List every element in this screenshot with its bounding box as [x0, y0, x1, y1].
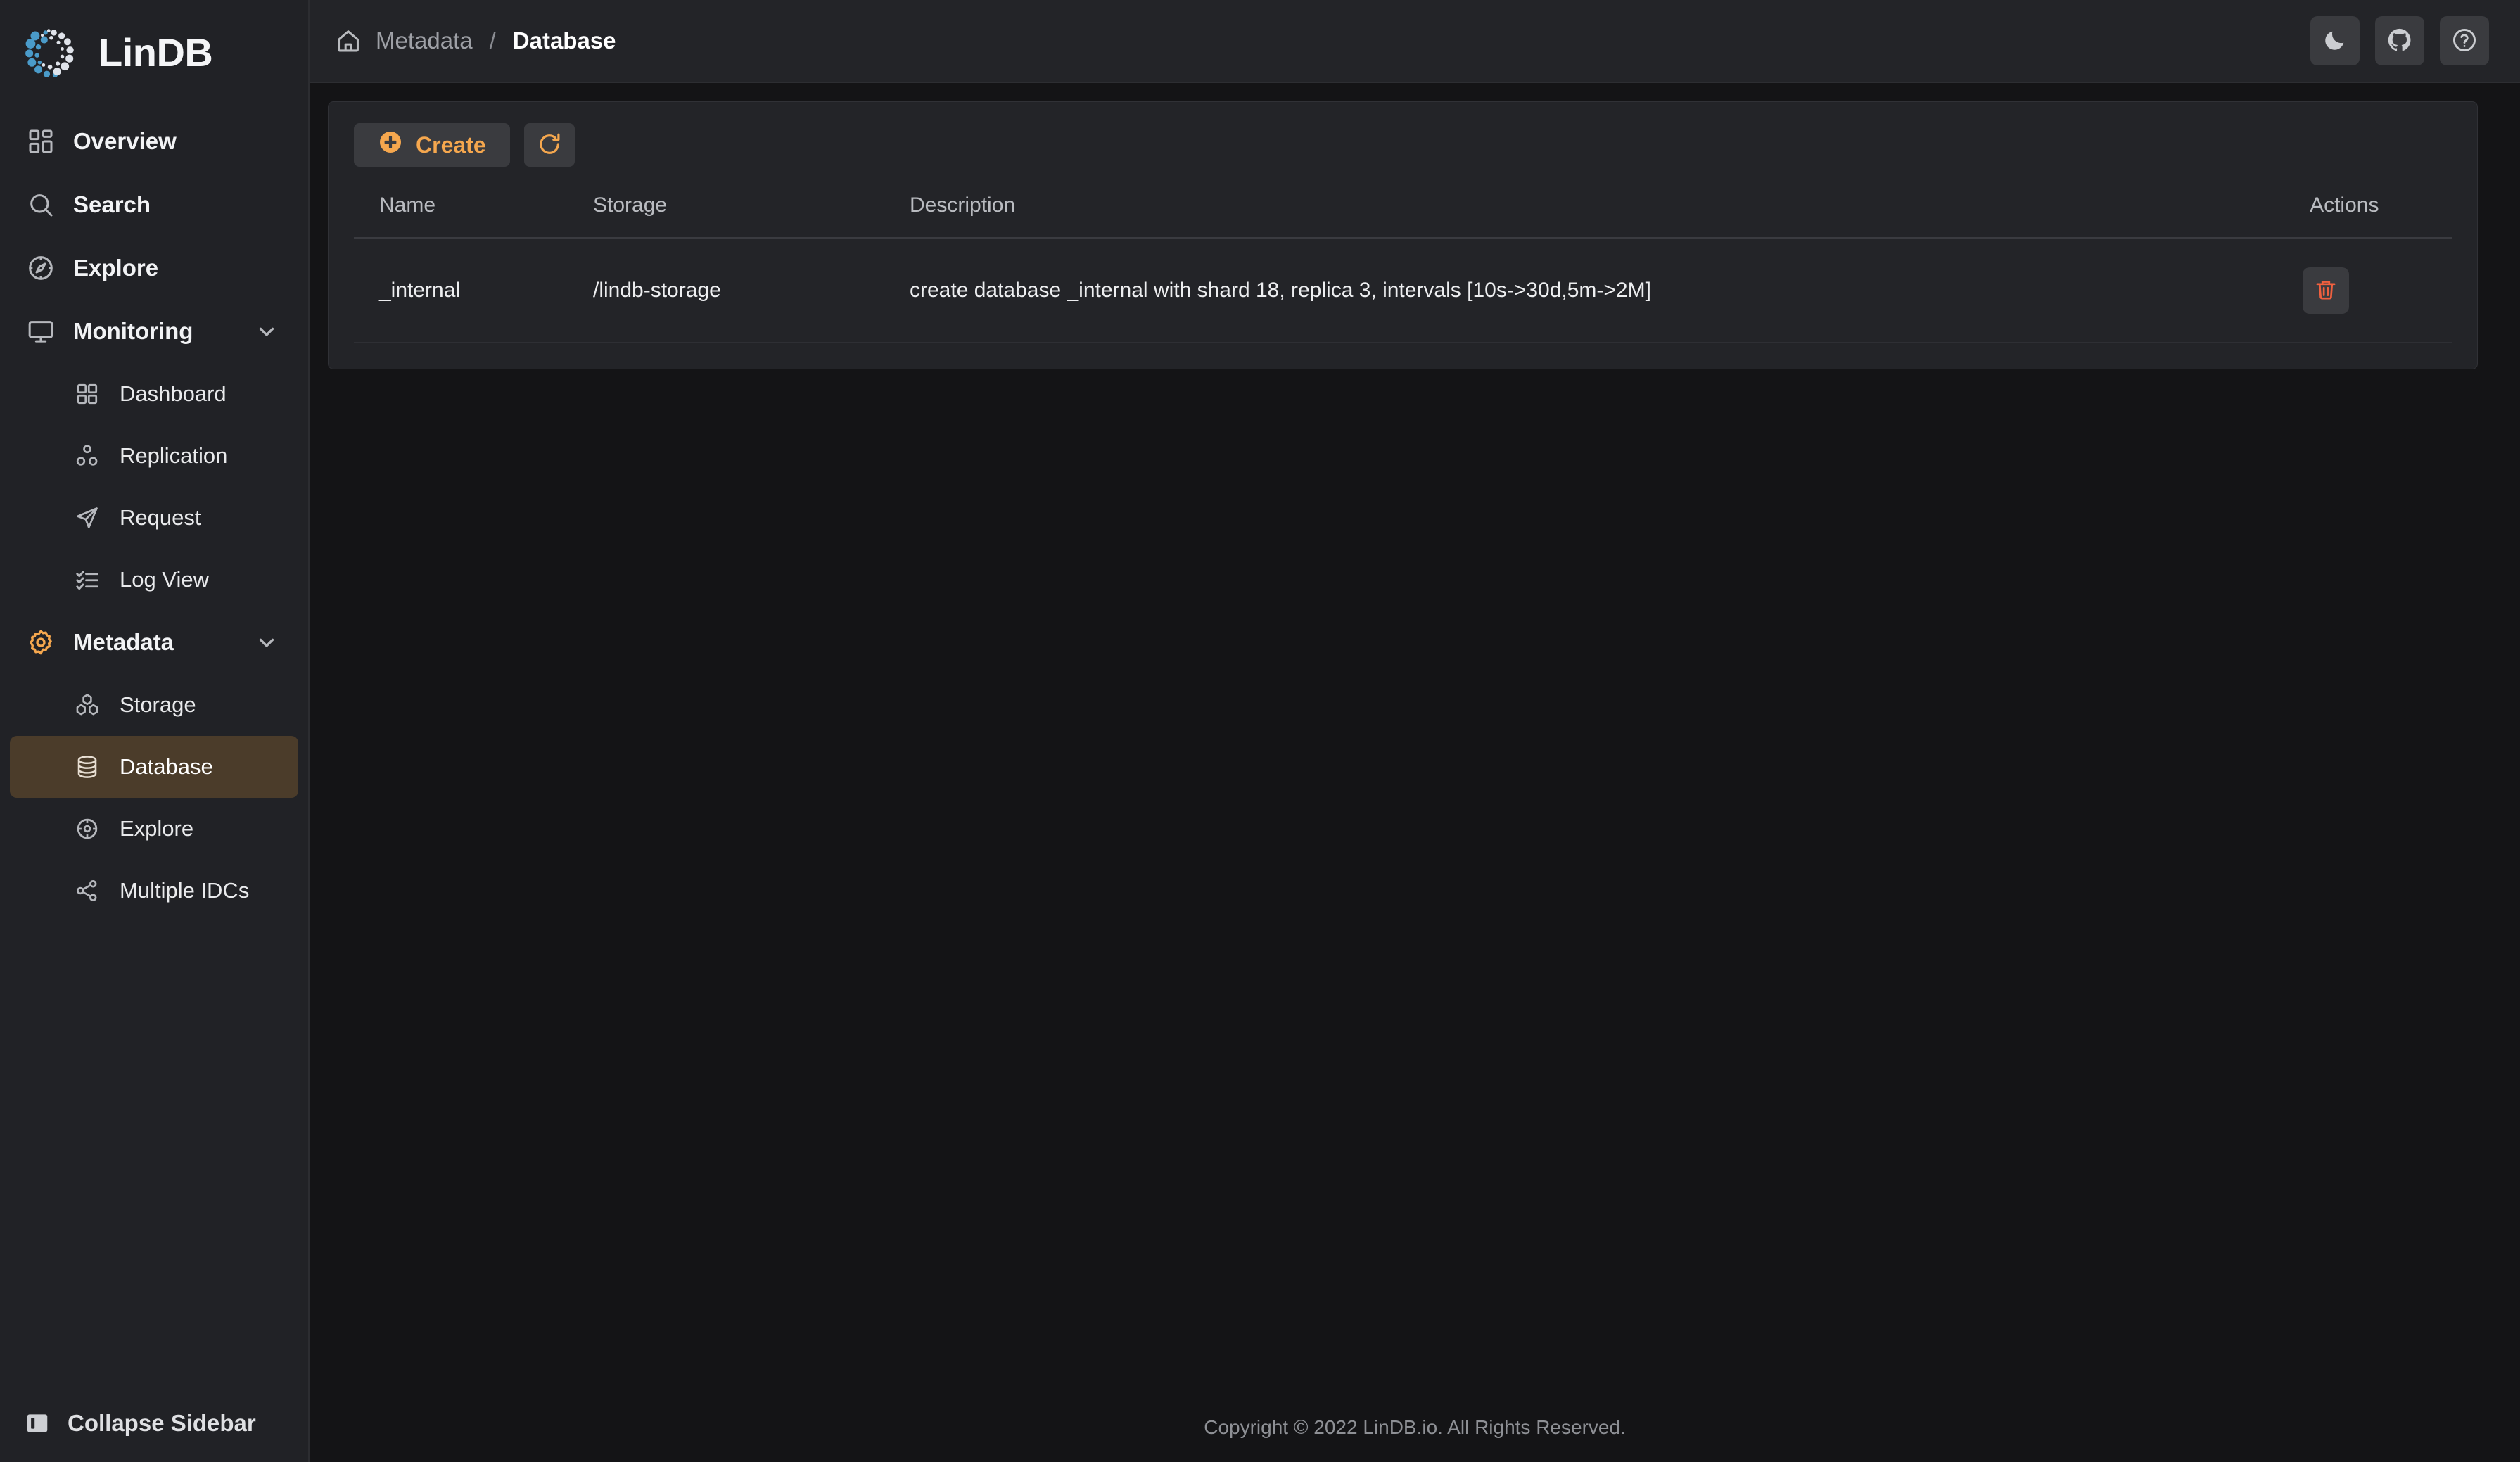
sidebar-nav: Overview Search Explore Monitoring Dashb… — [0, 104, 308, 1385]
table-toolbar: Create — [354, 123, 2452, 167]
sidebar-item-label: Monitoring — [73, 318, 193, 344]
grid-four-icon — [70, 381, 104, 407]
refresh-icon — [537, 132, 562, 159]
sidebar-item-label: Metadata — [73, 629, 174, 655]
breadcrumb-parent[interactable]: Metadata — [376, 27, 473, 54]
plus-circle-icon — [378, 129, 403, 160]
breadcrumb: Metadata / Database — [335, 27, 616, 54]
replication-nodes-icon — [70, 443, 104, 469]
send-paper-plane-icon — [70, 505, 104, 530]
cell-description: create database _internal with shard 18,… — [910, 238, 2291, 343]
database-table: Name Storage Description Actions _intern… — [354, 193, 2452, 343]
topbar-actions — [2310, 16, 2490, 65]
share-nodes-icon — [70, 878, 104, 903]
sidebar-item-label: Database — [120, 754, 213, 779]
github-link-button[interactable] — [2375, 16, 2425, 65]
brand[interactable]: LinDB — [0, 0, 308, 104]
sidebar-item-database[interactable]: Database — [10, 736, 298, 798]
sidebar-item-label: Request — [120, 505, 201, 530]
sidebar-item-explore[interactable]: Explore — [10, 236, 298, 300]
layout-grid-icon — [24, 127, 58, 155]
sidebar-item-label: Search — [73, 191, 151, 217]
cell-storage: /lindb-storage — [593, 238, 910, 343]
sidebar-item-label: Log View — [120, 567, 209, 592]
question-circle-icon — [2451, 27, 2478, 56]
chevron-down-icon[interactable] — [255, 630, 279, 654]
sidebar-item-overview[interactable]: Overview — [10, 110, 298, 173]
create-button[interactable]: Create — [354, 123, 510, 167]
table-head: Name Storage Description Actions — [354, 193, 2452, 239]
monitor-icon — [24, 317, 58, 345]
breadcrumb-current: Database — [512, 27, 616, 53]
lindb-dots-logo-icon — [18, 20, 83, 84]
sidebar-item-label: Explore — [120, 816, 194, 841]
breadcrumb-separator: / — [489, 27, 496, 53]
sidebar-item-metadata[interactable]: Metadata — [10, 611, 298, 674]
sidebar-item-label: Explore — [73, 255, 159, 281]
search-icon — [24, 191, 58, 219]
sidebar-item-request[interactable]: Request — [10, 487, 298, 549]
column-header-name[interactable]: Name — [354, 193, 593, 239]
sidebar-item-search[interactable]: Search — [10, 173, 298, 236]
trash-icon — [2314, 278, 2338, 304]
topbar: Metadata / Database — [310, 0, 2520, 83]
sidebar-item-label: Storage — [120, 692, 196, 717]
aperture-icon — [70, 816, 104, 841]
chevron-down-icon[interactable] — [255, 319, 279, 343]
gear-icon — [24, 628, 58, 656]
sidebar-item-storage[interactable]: Storage — [10, 674, 298, 736]
collapse-sidebar-label: Collapse Sidebar — [68, 1410, 256, 1436]
home-icon[interactable] — [335, 27, 362, 54]
main-area: Metadata / Database Create Name Storage … — [310, 0, 2520, 1462]
footer: Copyright © 2022 LinDB.io. All Rights Re… — [310, 1393, 2520, 1462]
table-row[interactable]: _internal /lindb-storage create database… — [354, 238, 2452, 343]
table-header-row: Name Storage Description Actions — [354, 193, 2452, 239]
sidebar-item-label: Replication — [120, 443, 228, 468]
delete-row-button[interactable] — [2303, 267, 2350, 314]
footer-copyright: Copyright © 2022 LinDB.io. All Rights Re… — [1204, 1416, 1626, 1438]
table-body: _internal /lindb-storage create database… — [354, 238, 2452, 343]
sidebar-item-monitoring[interactable]: Monitoring — [10, 300, 298, 363]
brand-name: LinDB — [98, 30, 213, 75]
database-card: Create Name Storage Description Actions … — [328, 101, 2478, 369]
collapse-sidebar-button[interactable]: Collapse Sidebar — [0, 1385, 308, 1462]
sidebar-item-log-view[interactable]: Log View — [10, 549, 298, 611]
hexagon-cluster-icon — [70, 692, 104, 718]
sidebar-item-label: Overview — [73, 128, 177, 154]
refresh-button[interactable] — [523, 123, 575, 167]
content-area: Create Name Storage Description Actions … — [310, 83, 2520, 1393]
github-icon — [2386, 27, 2413, 56]
help-button[interactable] — [2440, 16, 2490, 65]
sidebar-item-dashboard[interactable]: Dashboard — [10, 363, 298, 425]
sidebar: LinDB Overview Search Explore Monitoring… — [0, 0, 310, 1462]
create-button-label: Create — [416, 132, 486, 158]
database-cylinder-icon — [70, 754, 104, 780]
sidebar-item-label: Dashboard — [120, 381, 227, 406]
checklist-icon — [70, 567, 104, 592]
panel-collapse-icon — [24, 1410, 51, 1437]
sidebar-item-replication[interactable]: Replication — [10, 425, 298, 487]
cell-name: _internal — [354, 238, 593, 343]
column-header-storage[interactable]: Storage — [593, 193, 910, 239]
theme-toggle-button[interactable] — [2310, 16, 2360, 65]
sidebar-item-metadata-explore[interactable]: Explore — [10, 798, 298, 860]
app-root: LinDB Overview Search Explore Monitoring… — [0, 0, 2520, 1462]
compass-icon — [24, 254, 58, 282]
column-header-description[interactable]: Description — [910, 193, 2291, 239]
sidebar-item-label: Multiple IDCs — [120, 878, 250, 903]
cell-actions — [2290, 238, 2452, 343]
sidebar-item-multiple-idcs[interactable]: Multiple IDCs — [10, 860, 298, 922]
column-header-actions: Actions — [2290, 193, 2452, 239]
moon-icon — [2322, 27, 2348, 55]
